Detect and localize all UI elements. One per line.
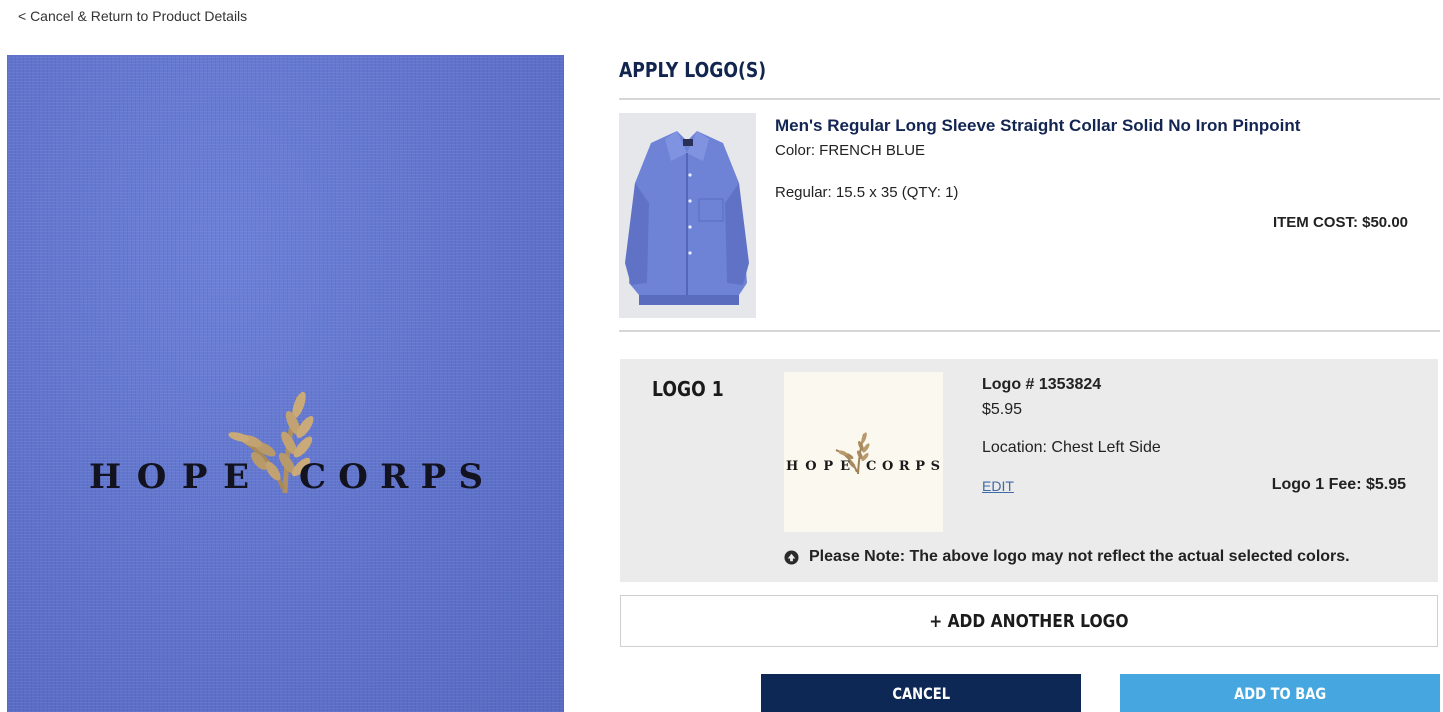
logo-panel-title: LOGO 1 bbox=[652, 377, 724, 401]
logo-thumbnail: HOPE CORPS bbox=[784, 372, 943, 532]
add-another-logo-label: + ADD ANOTHER LOGO bbox=[929, 610, 1129, 632]
divider bbox=[619, 98, 1440, 100]
logo-word-left: HOPE bbox=[89, 457, 249, 497]
item-cost: ITEM COST: $50.00 bbox=[1272, 214, 1408, 231]
logo-panel: LOGO 1 HOPE CORPS Logo # 1353824 $5.95 L… bbox=[620, 359, 1438, 582]
logo-number: Logo # 1353824 bbox=[982, 376, 1102, 393]
hope-corps-logo-large: HOPE CORPS bbox=[89, 391, 483, 497]
shirt-icon bbox=[619, 113, 756, 318]
logo-word-right: CORPS bbox=[299, 457, 483, 497]
product-size-quantity: Regular: 15.5 x 35 (QTY: 1) bbox=[775, 184, 959, 201]
cancel-button-label: CANCEL bbox=[892, 683, 950, 703]
product-name: Men's Regular Long Sleeve Straight Colla… bbox=[775, 116, 1301, 135]
add-to-bag-button-label: ADD TO BAG bbox=[1233, 683, 1327, 703]
divider bbox=[619, 330, 1440, 332]
page-title: APPLY LOGO(S) bbox=[619, 58, 767, 82]
edit-logo-link[interactable]: EDIT bbox=[982, 478, 1014, 494]
logo-price: $5.95 bbox=[982, 401, 1023, 418]
logo-fee: Logo 1 Fee: $5.95 bbox=[1271, 476, 1406, 493]
add-to-bag-button[interactable]: ADD TO BAG bbox=[1120, 674, 1440, 712]
product-color: Color: FRENCH BLUE bbox=[775, 142, 926, 159]
cancel-button[interactable]: CANCEL bbox=[761, 674, 1081, 712]
logo-location: Location: Chest Left Side bbox=[982, 439, 1161, 456]
back-to-product-link[interactable]: < Cancel & Return to Product Details bbox=[18, 8, 247, 24]
circle-arrow-up-icon bbox=[784, 549, 799, 565]
color-note-text: Please Note: The above logo may not refl… bbox=[809, 548, 1350, 565]
product-image bbox=[619, 113, 756, 318]
thumb-word-right: CORPS bbox=[866, 459, 940, 474]
add-another-logo-button[interactable]: + ADD ANOTHER LOGO bbox=[620, 595, 1438, 647]
color-note: Please Note: The above logo may not refl… bbox=[784, 548, 1350, 566]
thumb-word-left: HOPE bbox=[786, 459, 850, 474]
logo-preview-canvas: HOPE CORPS bbox=[7, 55, 564, 712]
hope-corps-logo-small: HOPE CORPS bbox=[786, 432, 940, 475]
